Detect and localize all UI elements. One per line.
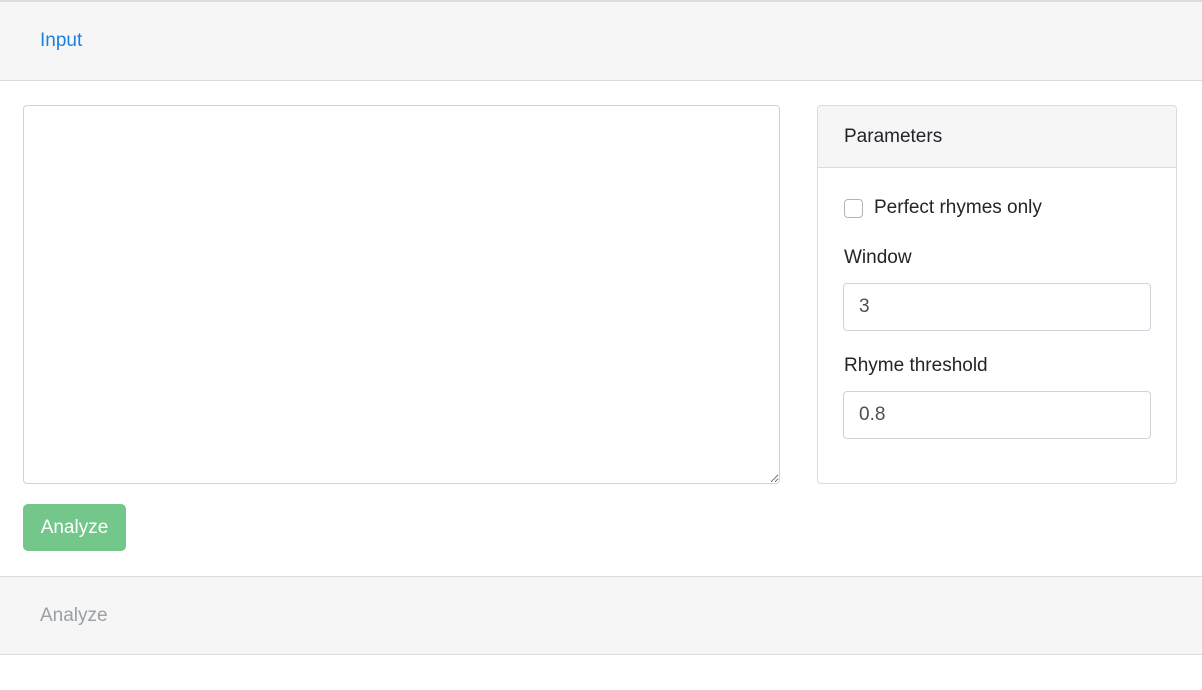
analyze-section-link[interactable]: Analyze [40,605,108,627]
window-input[interactable] [843,283,1151,331]
analyze-button[interactable]: Analyze [23,504,126,551]
analyze-section-header: Analyze [0,576,1202,655]
parameters-card-title: Parameters [818,106,1176,168]
parameters-card: Parameters Perfect rhymes only Window Rh… [817,105,1177,484]
window-label: Window [844,247,912,268]
perfect-rhymes-label: Perfect rhymes only [874,197,1042,218]
input-section-link[interactable]: Input [40,30,82,52]
rhyme-threshold-input[interactable] [843,391,1151,439]
lyrics-text-input[interactable] [23,105,780,484]
perfect-rhymes-checkbox[interactable] [844,198,863,218]
rhyme-threshold-label: Rhyme threshold [844,355,988,376]
input-section-header: Input [0,2,1202,81]
perfect-rhymes-checkbox-row[interactable]: Perfect rhymes only [844,197,1042,219]
